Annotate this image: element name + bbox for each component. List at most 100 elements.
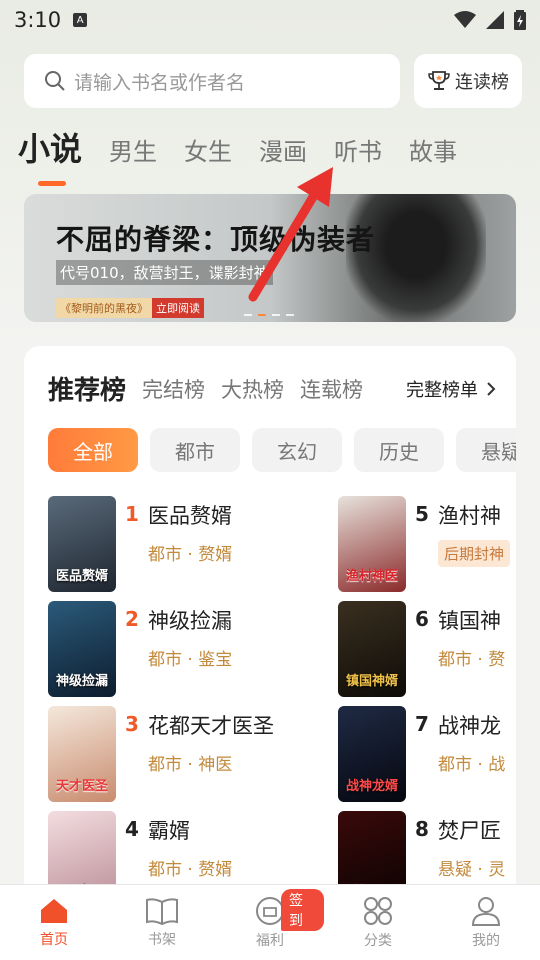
book-item[interactable]: 渔村神医 5 渔村神后期封神 — [338, 496, 516, 592]
genre-chips: 全部 都市 玄幻 历史 悬疑 — [48, 428, 516, 472]
book-item[interactable]: 天才医圣 3 花都天才医圣都市 · 神医 — [48, 706, 328, 802]
full-ranking-label: 完整榜单 — [406, 379, 478, 401]
book-rank: 2 — [125, 607, 139, 631]
banner-dot-active — [258, 314, 266, 316]
book-rank: 3 — [125, 712, 139, 736]
book-meta: 都市 · 赘 — [438, 650, 506, 670]
search-placeholder: 请输入书名或作者名 — [74, 71, 246, 94]
trophy-icon — [428, 71, 450, 90]
ranking-card: 推荐榜 完结榜 大热榜 连载榜 完整榜单 全部 都市 玄幻 历史 悬疑 医品赘婿… — [24, 346, 516, 906]
banner-tag: 《黎明前的黑夜》 立即阅读 — [56, 298, 204, 318]
banner-book-tag: 《黎明前的黑夜》 — [56, 298, 152, 318]
user-icon — [471, 896, 501, 926]
status-time: 3:10 — [14, 8, 62, 32]
book-rank: 7 — [415, 712, 429, 736]
book-cover: 医品赘婿 — [48, 496, 116, 592]
cover-title: 医品赘婿 — [55, 569, 108, 584]
banner-pagination — [244, 314, 294, 316]
book-cover: 天才医圣 — [48, 706, 116, 802]
tab-stories[interactable]: 故事 — [409, 132, 457, 167]
search-row: 请输入书名或作者名 连读榜 — [24, 54, 522, 108]
bottom-nav: 首页 书架 签到 福利 分类 我的 — [0, 884, 540, 960]
home-icon — [41, 898, 67, 923]
book-meta: 都市 · 战 — [438, 755, 506, 775]
book-rank: 6 — [415, 607, 429, 631]
book-cover: 神级捡漏 — [48, 601, 116, 697]
nav-home-label: 首页 — [40, 931, 68, 948]
search-input[interactable]: 请输入书名或作者名 — [24, 54, 400, 108]
book-item[interactable]: 镇国神婿 6 镇国神都市 · 赘 — [338, 601, 516, 697]
cover-title: 天才医圣 — [55, 779, 108, 794]
tab-male[interactable]: 男生 — [109, 132, 157, 167]
nav-home[interactable]: 首页 — [0, 885, 108, 960]
book-cover: 镇国神婿 — [338, 601, 406, 697]
continuous-rank-button[interactable]: 连读榜 — [414, 54, 522, 108]
book-item[interactable]: 神级捡漏 2 神级捡漏 都市 · 鉴宝 — [48, 601, 328, 697]
cover-title: 镇国神婿 — [345, 674, 398, 689]
book-item[interactable]: 战神龙婿 7 战神龙 都市 · 战 — [338, 706, 516, 802]
book-name: 花都天才医圣 — [148, 714, 274, 738]
nav-category-label: 分类 — [364, 932, 392, 949]
full-ranking-link[interactable]: 完整榜单 — [406, 376, 496, 402]
banner-subtitle: 代号010，敌营封王，谍影封神 — [56, 260, 273, 285]
tab-audiobooks[interactable]: 听书 — [334, 132, 382, 167]
cover-title: 渔村神医 — [345, 569, 398, 584]
battery-icon — [514, 10, 526, 30]
search-icon — [45, 71, 65, 91]
book-cover: 战神龙婿 — [338, 706, 406, 802]
book-badge: 后期封神 — [438, 540, 511, 567]
nav-rewards-label: 福利 — [256, 932, 284, 949]
book-rank: 5 — [415, 502, 429, 526]
chip-urban[interactable]: 都市 — [150, 428, 240, 472]
chip-fantasy[interactable]: 玄幻 — [252, 428, 342, 472]
book-meta: 都市 · 神医 — [148, 755, 233, 775]
banner-dot — [244, 314, 252, 316]
book-cover: 渔村神医 — [338, 496, 406, 592]
grid-icon — [364, 896, 392, 925]
annotation-arrow-icon — [248, 167, 333, 302]
book-meta: 悬疑 · 灵 — [438, 860, 506, 880]
book-name: 医品赘婿 — [148, 504, 232, 528]
tab-novel[interactable]: 小说 — [18, 124, 82, 186]
chip-mystery[interactable]: 悬疑 — [456, 428, 516, 472]
category-tabs: 小说 男生 女生 漫画 听书 故事 — [18, 124, 457, 186]
nav-bookshelf[interactable]: 书架 — [108, 885, 216, 960]
status-icons — [454, 10, 526, 30]
chip-all[interactable]: 全部 — [48, 428, 138, 472]
book-name: 焚尸匠 — [438, 819, 501, 843]
book-item[interactable]: 医品赘婿 1 医品赘婿 都市 · 赘婿 — [48, 496, 328, 592]
sign-in-badge[interactable]: 签到 — [281, 889, 324, 931]
book-icon — [146, 897, 178, 925]
book-name: 霸婿 — [148, 819, 190, 843]
ranking-tab-completed[interactable]: 完结榜 — [142, 374, 205, 404]
banner-figure-image — [346, 194, 486, 322]
ranking-header: 推荐榜 完结榜 大热榜 连载榜 完整榜单 — [48, 370, 496, 407]
ranking-tab-serial[interactable]: 连载榜 — [300, 374, 363, 404]
ranking-tab-hot[interactable]: 大热榜 — [221, 374, 284, 404]
book-rank: 1 — [125, 502, 139, 526]
nav-profile-label: 我的 — [472, 932, 500, 949]
nav-bookshelf-label: 书架 — [148, 931, 176, 948]
nav-profile[interactable]: 我的 — [432, 885, 540, 960]
book-name: 渔村神 — [438, 504, 501, 528]
nav-rewards[interactable]: 签到 福利 — [216, 885, 324, 960]
banner-dot — [286, 314, 294, 316]
book-name: 神级捡漏 — [148, 609, 232, 633]
ranking-tab-recommended[interactable]: 推荐榜 — [48, 370, 126, 407]
continuous-rank-label: 连读榜 — [455, 72, 509, 93]
chip-history[interactable]: 历史 — [354, 428, 444, 472]
book-name: 镇国神 — [438, 609, 501, 633]
tab-female[interactable]: 女生 — [184, 132, 232, 167]
book-meta: 都市 · 赘婿 — [148, 545, 233, 565]
banner-read-button[interactable]: 立即阅读 — [152, 298, 204, 318]
cover-title: 神级捡漏 — [55, 674, 108, 689]
nav-category[interactable]: 分类 — [324, 885, 432, 960]
signal-icon — [486, 11, 504, 29]
book-meta: 都市 · 赘婿 — [148, 860, 233, 880]
cover-title: 战神龙婿 — [345, 779, 398, 794]
tab-comics[interactable]: 漫画 — [259, 132, 307, 167]
status-bar: 3:10 A — [0, 0, 540, 40]
wifi-icon — [454, 11, 476, 28]
chevron-right-icon — [487, 381, 496, 396]
banner-dot — [272, 314, 280, 316]
